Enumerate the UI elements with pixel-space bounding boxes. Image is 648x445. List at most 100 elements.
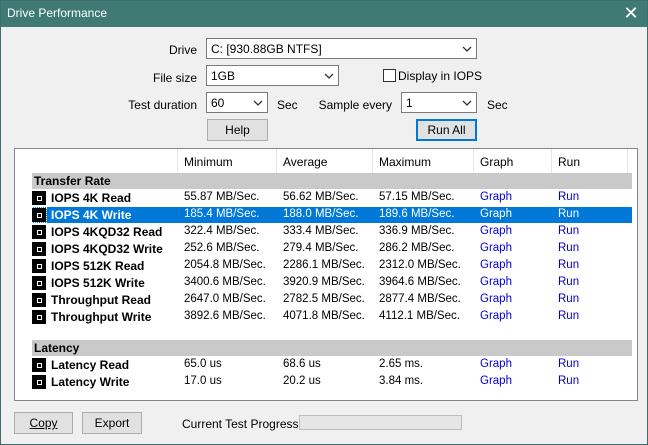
row-maximum: 286.2 MB/Sec. xyxy=(379,242,455,254)
window-title: Drive Performance xyxy=(7,6,108,20)
group-header-latency: Latency xyxy=(32,340,632,356)
column-header-graph[interactable]: Graph xyxy=(474,149,552,173)
table-row[interactable]: IOPS 4KQD32 Write 252.6 MB/Sec. 279.4 MB… xyxy=(32,241,632,257)
table-row-selected[interactable]: IOPS 4K Write 185.4 MB/Sec. 188.0 MB/Sec… xyxy=(31,207,632,223)
graph-link[interactable]: Graph xyxy=(480,375,512,387)
graph-link[interactable]: Graph xyxy=(480,358,512,370)
row-minimum: 322.4 MB/Sec. xyxy=(184,225,260,237)
graph-link[interactable]: Graph xyxy=(480,242,512,254)
disk-test-icon xyxy=(32,225,46,239)
row-name: IOPS 4K Read xyxy=(51,191,132,205)
column-header-minimum[interactable]: Minimum xyxy=(178,149,277,173)
row-name: Throughput Read xyxy=(51,293,151,307)
row-minimum: 185.4 MB/Sec. xyxy=(184,208,260,220)
row-name: IOPS 512K Write xyxy=(51,276,145,290)
help-button[interactable]: Help xyxy=(207,119,268,141)
filesize-select-value: 1GB xyxy=(211,69,236,83)
disk-test-icon xyxy=(32,375,46,389)
row-minimum: 2647.0 MB/Sec. xyxy=(184,293,266,305)
graph-link[interactable]: Graph xyxy=(480,259,512,271)
row-minimum: 252.6 MB/Sec. xyxy=(184,242,260,254)
display-iops-label: Display in IOPS xyxy=(398,69,483,83)
table-row[interactable]: Throughput Read 2647.0 MB/Sec. 2782.5 MB… xyxy=(32,292,632,308)
row-name: Latency Read xyxy=(51,358,130,372)
results-table: Minimum Average Maximum Graph Run Transf… xyxy=(14,148,638,401)
run-link[interactable]: Run xyxy=(558,293,579,305)
run-link[interactable]: Run xyxy=(558,225,579,237)
display-iops-checkbox[interactable] xyxy=(383,69,396,82)
row-name: Throughput Write xyxy=(51,310,152,324)
table-row[interactable]: IOPS 512K Read 2054.8 MB/Sec. 2286.1 MB/… xyxy=(32,258,632,274)
disk-test-icon xyxy=(32,259,46,273)
copy-button[interactable]: Copy xyxy=(14,412,73,434)
export-button[interactable]: Export xyxy=(82,412,142,434)
row-minimum: 17.0 us xyxy=(184,375,222,387)
close-icon[interactable]: ✕ xyxy=(619,2,643,24)
disk-test-icon xyxy=(32,358,46,372)
row-minimum: 3400.6 MB/Sec. xyxy=(184,276,266,288)
row-average: 2782.5 MB/Sec. xyxy=(283,293,365,305)
run-link[interactable]: Run xyxy=(558,259,579,271)
row-average: 279.4 MB/Sec. xyxy=(283,242,359,254)
table-row[interactable]: IOPS 512K Write 3400.6 MB/Sec. 3920.9 MB… xyxy=(32,275,632,291)
row-average: 188.0 MB/Sec. xyxy=(283,208,359,220)
disk-test-icon xyxy=(32,242,46,256)
graph-link[interactable]: Graph xyxy=(480,310,512,322)
duration-unit: Sec xyxy=(277,98,298,112)
graph-link[interactable]: Graph xyxy=(480,293,512,305)
run-all-button[interactable]: Run All xyxy=(416,119,477,141)
row-maximum: 4112.1 MB/Sec. xyxy=(379,310,460,322)
row-maximum: 2.65 ms. xyxy=(379,358,424,370)
row-average: 20.2 us xyxy=(283,375,321,387)
sample-select[interactable]: 1 xyxy=(401,92,477,113)
title-bar: Drive Performance ✕ xyxy=(1,1,647,27)
table-row[interactable]: Latency Write 17.0 us 20.2 us 3.84 ms. G… xyxy=(32,374,632,390)
run-link[interactable]: Run xyxy=(558,242,579,254)
row-name: IOPS 512K Read xyxy=(51,259,145,273)
graph-link[interactable]: Graph xyxy=(480,225,512,237)
duration-label: Test duration xyxy=(128,98,197,112)
run-link[interactable]: Run xyxy=(558,191,579,203)
sample-label: Sample every xyxy=(318,98,392,112)
row-maximum: 3.84 ms. xyxy=(379,375,424,387)
graph-link[interactable]: Graph xyxy=(480,191,512,203)
drive-label: Drive xyxy=(168,43,197,57)
column-header-run[interactable]: Run xyxy=(552,149,628,173)
drive-select[interactable]: C: [930.88GB NTFS] xyxy=(206,38,477,59)
sample-select-value: 1 xyxy=(406,96,413,110)
row-maximum: 336.9 MB/Sec. xyxy=(379,225,455,237)
chevron-down-icon xyxy=(462,100,472,106)
duration-select[interactable]: 60 xyxy=(206,92,268,113)
row-maximum: 57.15 MB/Sec. xyxy=(379,191,455,203)
chevron-down-icon xyxy=(324,73,334,79)
run-link[interactable]: Run xyxy=(558,358,579,370)
chevron-down-icon xyxy=(462,46,472,52)
column-header-name[interactable] xyxy=(15,149,178,173)
row-maximum: 189.6 MB/Sec. xyxy=(379,208,455,220)
disk-test-icon xyxy=(31,207,47,223)
row-minimum: 55.87 MB/Sec. xyxy=(184,191,260,203)
table-row[interactable]: IOPS 4K Read 55.87 MB/Sec. 56.62 MB/Sec.… xyxy=(32,190,632,206)
row-minimum: 3892.6 MB/Sec. xyxy=(184,310,266,322)
duration-select-value: 60 xyxy=(211,96,225,110)
column-header-average[interactable]: Average xyxy=(277,149,373,173)
run-link[interactable]: Run xyxy=(558,375,579,387)
table-row[interactable]: Throughput Write 3892.6 MB/Sec. 4071.8 M… xyxy=(32,309,632,325)
run-link[interactable]: Run xyxy=(558,310,579,322)
row-name: IOPS 4KQD32 Read xyxy=(51,225,163,239)
drive-performance-window: Drive Performance ✕ Drive C: [930.88GB N… xyxy=(0,0,648,445)
row-average: 4071.8 MB/Sec. xyxy=(283,310,365,322)
row-average: 68.6 us xyxy=(283,358,321,370)
table-row[interactable]: IOPS 4KQD32 Read 322.4 MB/Sec. 333.4 MB/… xyxy=(32,224,632,240)
filesize-label: File size xyxy=(152,71,197,85)
row-average: 333.4 MB/Sec. xyxy=(283,225,359,237)
disk-test-icon xyxy=(32,310,46,324)
graph-link[interactable]: Graph xyxy=(480,276,512,288)
run-link[interactable]: Run xyxy=(558,276,579,288)
column-header-maximum[interactable]: Maximum xyxy=(373,149,474,173)
disk-test-icon xyxy=(32,293,46,307)
run-link[interactable]: Run xyxy=(558,208,579,220)
filesize-select[interactable]: 1GB xyxy=(206,65,339,86)
table-row[interactable]: Latency Read 65.0 us 68.6 us 2.65 ms. Gr… xyxy=(32,357,632,373)
graph-link[interactable]: Graph xyxy=(480,208,512,220)
